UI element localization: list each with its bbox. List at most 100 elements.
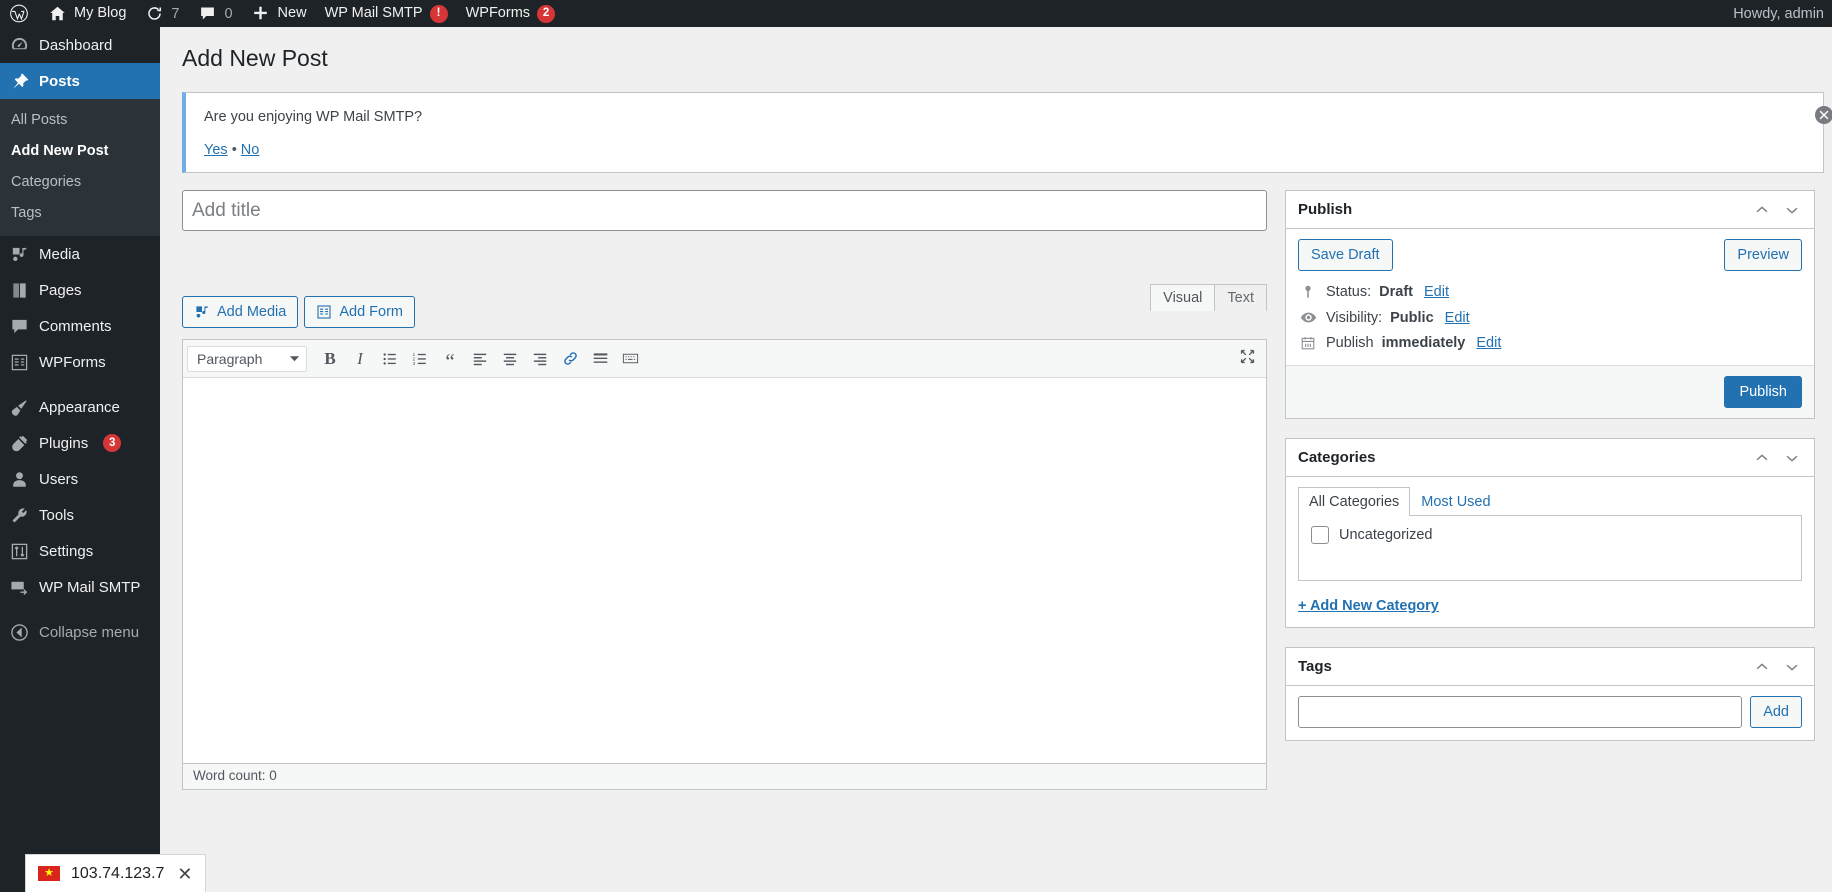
sidebar-item-wpforms[interactable]: WPForms xyxy=(0,344,160,380)
category-checkbox[interactable] xyxy=(1311,526,1329,544)
tab-all-categories[interactable]: All Categories xyxy=(1298,487,1411,516)
new-tag-input[interactable] xyxy=(1298,696,1743,728)
edit-schedule-link[interactable]: Edit xyxy=(1476,335,1501,351)
format-select-value: Paragraph xyxy=(197,350,263,367)
chevron-up-icon[interactable] xyxy=(1752,200,1772,220)
italic-icon[interactable]: I xyxy=(346,346,374,372)
toolbar-toggle-icon[interactable] xyxy=(616,346,644,372)
notice-no-link[interactable]: No xyxy=(241,142,260,158)
sidebar-item-plugins[interactable]: Plugins 3 xyxy=(0,425,160,461)
sidebar-label-tools: Tools xyxy=(39,506,75,524)
add-new-category-link[interactable]: + Add New Category xyxy=(1298,598,1439,614)
chevron-up-icon[interactable] xyxy=(1752,657,1772,677)
numbered-list-icon[interactable]: 1 2 3 xyxy=(406,346,434,372)
bulleted-list-icon[interactable] xyxy=(376,346,404,372)
adminbar-wpforms-badge: 2 xyxy=(537,4,556,23)
adminbar-wp-mail-smtp[interactable]: WP Mail SMTP ! xyxy=(316,0,457,27)
media-icon xyxy=(194,304,210,320)
read-more-icon[interactable] xyxy=(586,346,614,372)
sidebar-item-categories[interactable]: Categories xyxy=(0,167,160,198)
close-circle-icon[interactable] xyxy=(1814,105,1832,125)
save-draft-button[interactable]: Save Draft xyxy=(1298,239,1393,271)
admin-content-area: Add New Post Are you enjoying WP Mail SM… xyxy=(160,27,1832,892)
chevron-down-icon[interactable] xyxy=(1782,448,1802,468)
form-icon xyxy=(316,304,332,320)
adminbar-wpforms-label: WPForms xyxy=(465,5,531,22)
chevron-up-icon[interactable] xyxy=(1752,448,1772,468)
bold-icon[interactable]: B xyxy=(316,346,344,372)
sidebar-item-users[interactable]: Users xyxy=(0,461,160,497)
align-left-icon[interactable] xyxy=(466,346,494,372)
add-media-button[interactable]: Add Media xyxy=(182,296,299,328)
adminbar-wp-logo[interactable] xyxy=(0,0,38,27)
publish-button[interactable]: Publish xyxy=(1724,376,1802,408)
sidebar-item-tools[interactable]: Tools xyxy=(0,497,160,533)
calendar-icon xyxy=(1298,335,1318,351)
sidebar-item-add-new-post[interactable]: Add New Post xyxy=(0,136,160,167)
sidebar-label-pages: Pages xyxy=(39,281,82,299)
link-icon[interactable] xyxy=(556,346,584,372)
tab-visual[interactable]: Visual xyxy=(1150,284,1216,311)
post-title-input[interactable] xyxy=(182,190,1267,231)
ip-overlay-badge: ★ 103.74.123.7 ✕ xyxy=(25,854,206,892)
sidebar-item-all-posts[interactable]: All Posts xyxy=(0,105,160,136)
edit-visibility-link[interactable]: Edit xyxy=(1445,310,1470,326)
paragraph-format-select[interactable]: Paragraph xyxy=(187,345,307,372)
adminbar-comments[interactable]: 0 xyxy=(188,0,241,27)
close-icon[interactable]: ✕ xyxy=(177,865,192,883)
tags-input-row: Add xyxy=(1298,696,1802,728)
wordpress-logo-icon xyxy=(9,4,29,24)
categories-metabox-header: Categories xyxy=(1286,439,1814,477)
editor-container: Paragraph B I 1 2 3 “ xyxy=(182,339,1267,764)
post-schedule-row: Publish immediately Edit xyxy=(1286,326,1814,351)
publish-metabox-title: Publish xyxy=(1298,201,1353,218)
add-tag-button[interactable]: Add xyxy=(1750,696,1802,728)
notice-separator: • xyxy=(231,141,237,158)
sidebar-item-media[interactable]: Media xyxy=(0,236,160,272)
add-form-button[interactable]: Add Form xyxy=(304,296,415,328)
edit-status-link[interactable]: Edit xyxy=(1424,284,1449,300)
tags-metabox-controls xyxy=(1752,657,1802,677)
post-content-editor[interactable] xyxy=(183,378,1266,763)
align-center-icon[interactable] xyxy=(496,346,524,372)
editor-mode-tabs: Visual Text xyxy=(1150,284,1267,311)
sidebar-item-comments[interactable]: Comments xyxy=(0,308,160,344)
post-status-value: Draft xyxy=(1379,284,1413,300)
tags-metabox-body: Add xyxy=(1286,686,1814,740)
distraction-free-icon[interactable] xyxy=(1239,348,1256,370)
adminbar-wpforms[interactable]: WPForms 2 xyxy=(457,0,564,27)
chevron-down-icon[interactable] xyxy=(1782,200,1802,220)
pages-icon xyxy=(9,280,29,300)
sidebar-item-wp-mail-smtp[interactable]: WP Mail SMTP xyxy=(0,569,160,605)
adminbar-howdy[interactable]: Howdy, admin xyxy=(1733,0,1832,27)
align-right-icon[interactable] xyxy=(526,346,554,372)
adminbar-updates[interactable]: 7 xyxy=(135,0,188,27)
category-item-uncategorized[interactable]: Uncategorized xyxy=(1311,526,1789,544)
sidebar-item-appearance[interactable]: Appearance xyxy=(0,389,160,425)
collapse-menu-label: Collapse menu xyxy=(39,623,140,641)
post-status-label: Status: xyxy=(1326,284,1372,300)
vietnam-flag-icon: ★ xyxy=(38,866,60,881)
sidebar-item-pages[interactable]: Pages xyxy=(0,272,160,308)
tab-text[interactable]: Text xyxy=(1215,284,1267,311)
tab-most-used[interactable]: Most Used xyxy=(1410,487,1501,516)
sidebar-item-dashboard[interactable]: Dashboard xyxy=(0,27,160,63)
category-label: Uncategorized xyxy=(1339,527,1433,543)
adminbar-site-name[interactable]: My Blog xyxy=(38,0,135,27)
sidebar-item-settings[interactable]: Settings xyxy=(0,533,160,569)
chevron-down-icon[interactable] xyxy=(1782,657,1802,677)
notice-yes-link[interactable]: Yes xyxy=(204,142,228,158)
adminbar-new-content[interactable]: New xyxy=(242,0,316,27)
sidebar-item-posts[interactable]: Posts xyxy=(0,63,168,99)
collapse-menu-button[interactable]: Collapse menu xyxy=(0,614,160,650)
preview-button[interactable]: Preview xyxy=(1724,239,1802,271)
post-schedule-label: Publish xyxy=(1326,335,1374,351)
notice-text: Are you enjoying WP Mail SMTP? xyxy=(204,108,423,125)
pin-status-icon xyxy=(1298,284,1318,300)
post-visibility-label: Visibility: xyxy=(1326,309,1383,326)
blockquote-icon[interactable]: “ xyxy=(436,346,464,372)
publish-metabox-controls xyxy=(1752,200,1802,220)
sidebar-label-wp-mail-smtp: WP Mail SMTP xyxy=(39,578,141,596)
paintbrush-icon xyxy=(9,397,29,417)
sidebar-item-tags[interactable]: Tags xyxy=(0,198,160,229)
